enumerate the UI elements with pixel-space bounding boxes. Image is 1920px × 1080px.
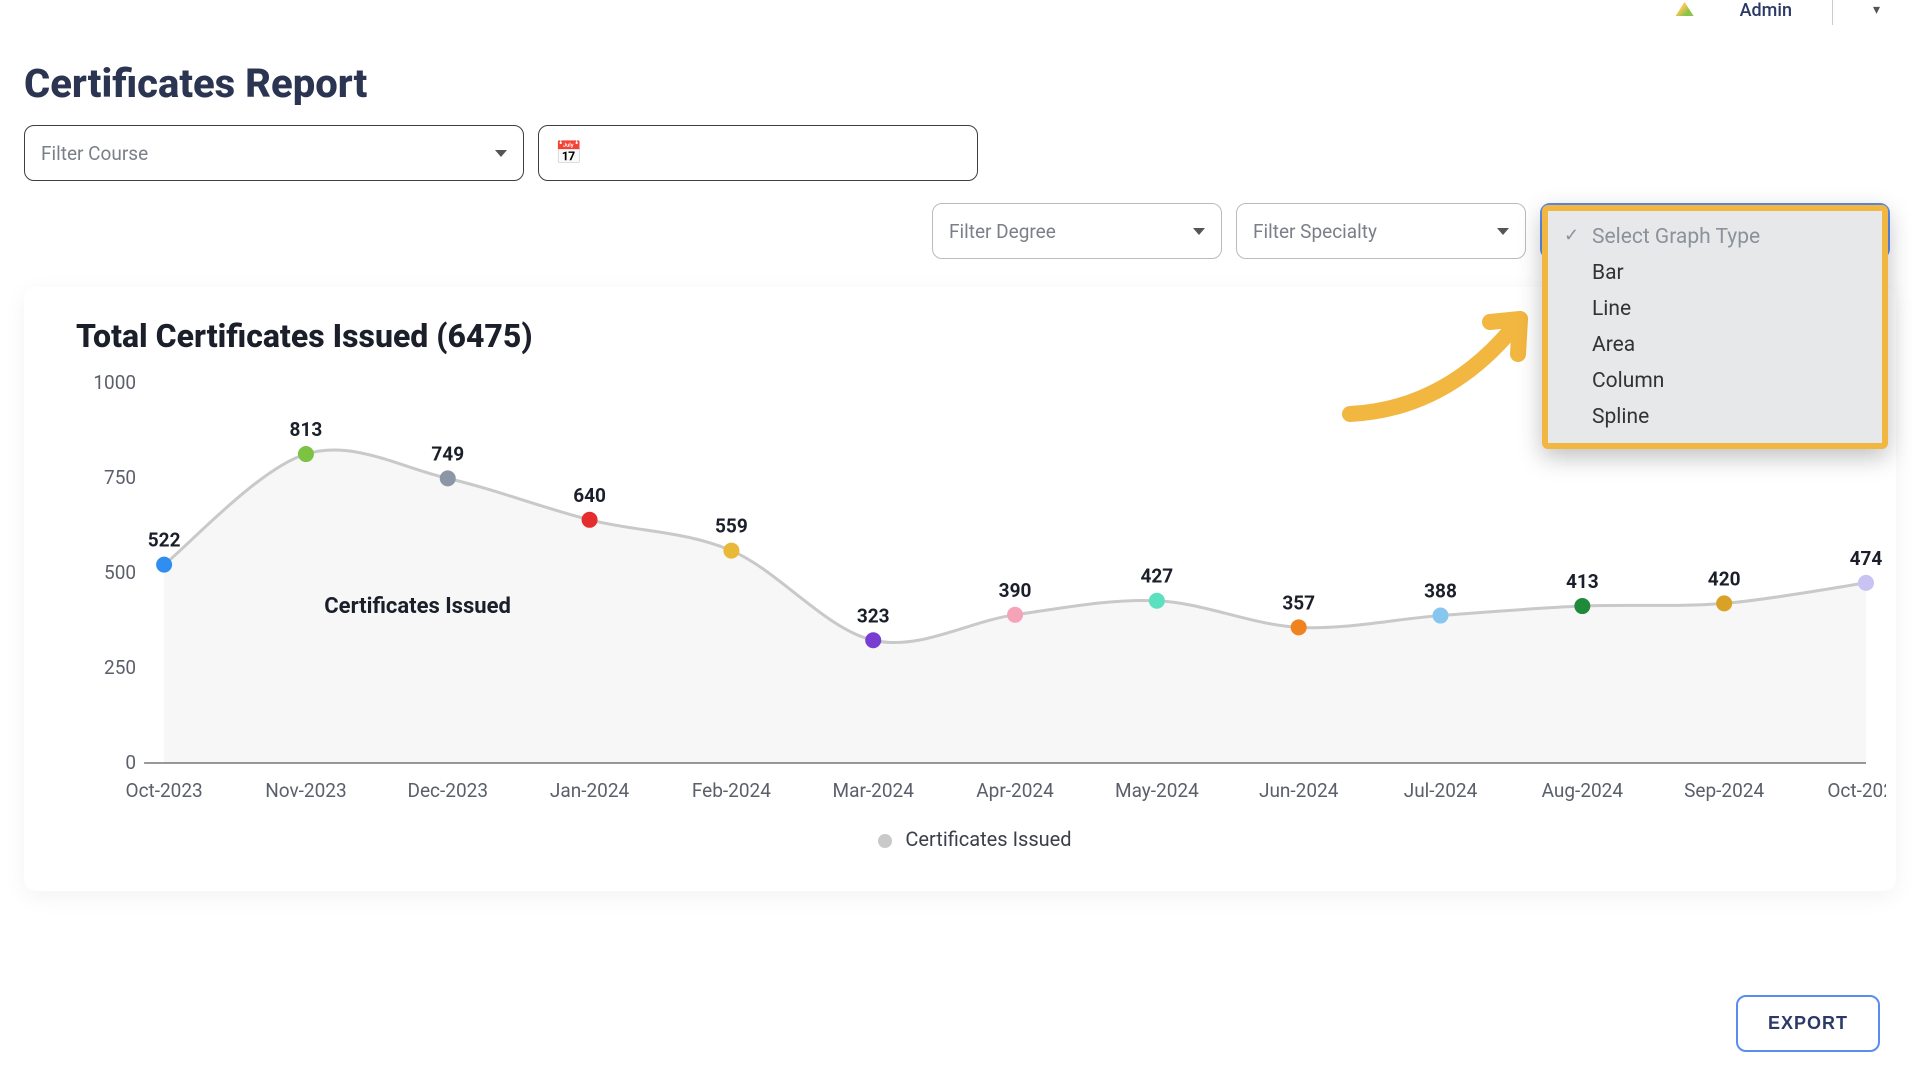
chevron-down-icon[interactable]: ▾ [1873,2,1880,18]
svg-text:Feb-2024: Feb-2024 [692,779,771,802]
svg-text:250: 250 [104,656,136,679]
date-range-input[interactable]: 📅 [538,125,978,181]
svg-text:Dec-2023: Dec-2023 [408,779,488,802]
svg-text:420: 420 [1708,567,1741,590]
filter-specialty-placeholder: Filter Specialty [1253,220,1377,243]
svg-text:1000: 1000 [93,373,136,394]
user-menu[interactable]: Admin [1740,0,1792,21]
dropdown-option-line[interactable]: Line [1548,291,1882,327]
chevron-down-icon [1193,228,1205,235]
svg-text:Nov-2023: Nov-2023 [265,779,346,802]
filter-course-select[interactable]: Filter Course [24,125,524,181]
dropdown-option-bar[interactable]: Bar [1548,255,1882,291]
filter-specialty-select[interactable]: Filter Specialty [1236,203,1526,259]
svg-text:Sep-2024: Sep-2024 [1684,779,1764,802]
graph-type-dropdown: Select Graph Type Bar Line Area Column S… [1542,205,1888,449]
svg-text:Jan-2024: Jan-2024 [550,779,630,802]
chevron-down-icon [495,150,507,157]
svg-text:749: 749 [431,442,464,465]
svg-text:Oct-2024: Oct-2024 [1827,779,1886,802]
app-logo-icon [1670,0,1700,20]
svg-text:522: 522 [148,529,181,552]
svg-text:May-2024: May-2024 [1115,779,1199,802]
legend-label: Certificates Issued [905,827,1071,851]
svg-text:323: 323 [857,604,890,627]
chart-legend: Certificates Issued [64,827,1886,851]
user-label: Admin [1740,0,1792,21]
graph-type-select[interactable]: Select Graph Type Bar Line Area Column S… [1540,203,1890,259]
svg-text:Oct-2023: Oct-2023 [125,779,202,802]
svg-text:Certificates Issued: Certificates Issued [324,594,511,619]
calendar-icon: 📅 [555,141,582,166]
filter-row-primary: Filter Course 📅 [24,125,1896,181]
svg-text:427: 427 [1141,565,1174,588]
filter-degree-placeholder: Filter Degree [949,220,1056,243]
svg-text:559: 559 [715,515,748,538]
svg-text:500: 500 [104,561,136,584]
filter-course-placeholder: Filter Course [41,142,148,165]
page-title: Certificates Report [24,60,1896,107]
legend-marker-icon [878,834,892,848]
chevron-down-icon [1497,228,1509,235]
svg-text:390: 390 [999,579,1032,602]
svg-text:Mar-2024: Mar-2024 [833,779,915,802]
svg-text:750: 750 [104,466,136,489]
svg-text:813: 813 [290,418,323,441]
dropdown-option-spline[interactable]: Spline [1548,399,1882,435]
dropdown-option-column[interactable]: Column [1548,363,1882,399]
filter-degree-select[interactable]: Filter Degree [932,203,1222,259]
filter-row-secondary: Filter Degree Filter Specialty Select Gr… [24,203,1890,259]
top-bar: Admin ▾ [1670,0,1920,20]
svg-text:474: 474 [1850,547,1883,570]
svg-text:413: 413 [1566,570,1599,593]
svg-text:Aug-2024: Aug-2024 [1542,779,1624,802]
svg-text:0: 0 [125,751,136,774]
divider [1832,0,1833,25]
svg-text:Jun-2024: Jun-2024 [1259,779,1339,802]
export-button[interactable]: EXPORT [1736,995,1880,1052]
dropdown-option-area[interactable]: Area [1548,327,1882,363]
svg-text:357: 357 [1282,591,1315,614]
svg-text:640: 640 [573,484,606,507]
dropdown-option-placeholder[interactable]: Select Graph Type [1548,219,1882,255]
svg-text:Jul-2024: Jul-2024 [1404,779,1478,802]
svg-text:388: 388 [1424,580,1457,603]
svg-text:Apr-2024: Apr-2024 [976,779,1054,802]
